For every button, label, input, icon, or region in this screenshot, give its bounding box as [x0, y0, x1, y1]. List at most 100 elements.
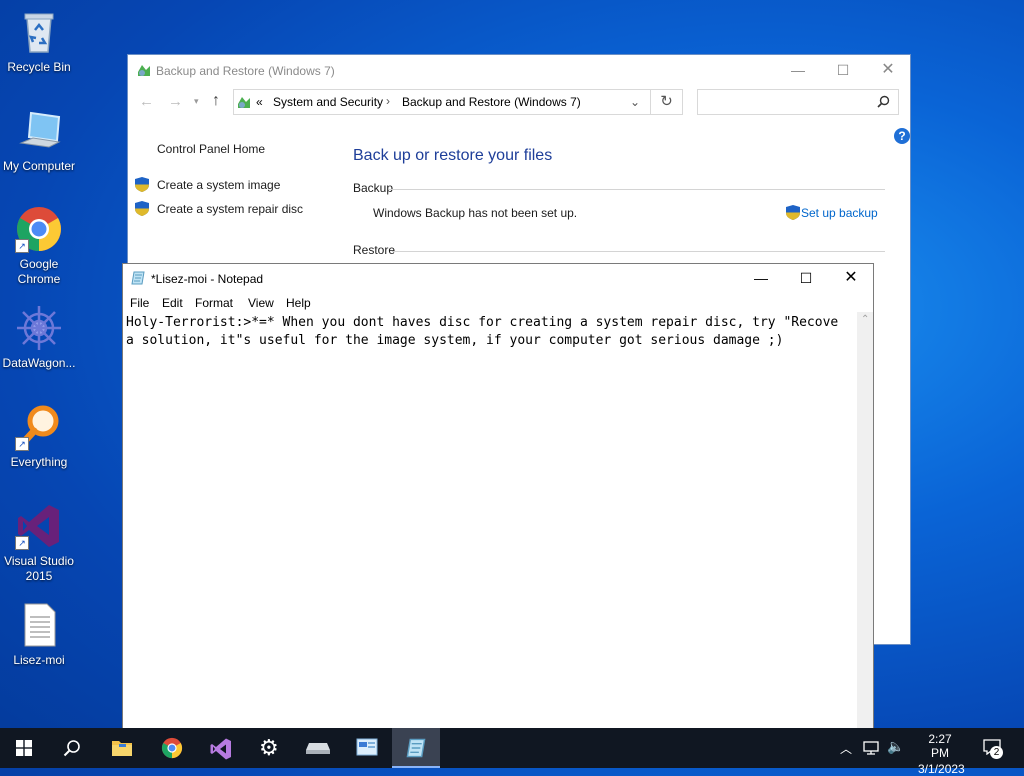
- shortcut-arrow-icon: ↗: [15, 239, 29, 253]
- chrome-icon: ↗: [15, 205, 63, 253]
- action-center-button[interactable]: 2: [983, 739, 1003, 759]
- refresh-button[interactable]: ↻: [651, 89, 683, 115]
- notepad-icon: [131, 271, 145, 288]
- folder-icon: [112, 741, 132, 756]
- recent-locations-icon[interactable]: ▾: [194, 96, 199, 107]
- forward-arrow-icon[interactable]: →: [168, 93, 183, 110]
- control-panel-small-icon: [236, 94, 252, 113]
- taskbar-notepad[interactable]: [392, 728, 440, 768]
- scroll-up-icon[interactable]: ⌃: [861, 314, 869, 325]
- breadcrumb-separator-icon: ›: [386, 94, 390, 108]
- window-title: *Lisez-moi - Notepad: [151, 272, 264, 286]
- menu-view[interactable]: View: [248, 296, 274, 310]
- uac-shield-icon: [135, 177, 149, 192]
- taskbar: ⚙ ︿ 🔈 2:27 PM 3/1/2023 2: [0, 728, 1024, 776]
- backup-status-text: Windows Backup has not been set up.: [373, 206, 578, 220]
- taskbar-control-panel[interactable]: [343, 728, 391, 768]
- visual-studio-icon: [210, 738, 231, 760]
- desktop-icon-everything[interactable]: ↗ Everything: [0, 403, 78, 470]
- recycle-bin-icon: [15, 8, 63, 56]
- create-system-repair-disc-link[interactable]: Create a system repair disc: [157, 202, 303, 216]
- show-hidden-icons-button[interactable]: ︿: [840, 740, 852, 757]
- datawagon-icon: [15, 304, 63, 352]
- minimize-button[interactable]: —: [738, 264, 784, 292]
- window-title: Backup and Restore (Windows 7): [156, 64, 335, 78]
- taskbar-visual-studio[interactable]: [197, 728, 245, 768]
- shortcut-arrow-icon: ↗: [15, 536, 29, 550]
- notepad-icon: [406, 738, 426, 758]
- desktop-icon-label: Lisez-moi: [13, 653, 65, 667]
- text-editor-area[interactable]: Holy-Terrorist:>*=* When you dont haves …: [123, 312, 859, 728]
- notification-badge: 2: [990, 746, 1003, 759]
- desktop-icon-lisez-moi[interactable]: Lisez-moi: [0, 601, 78, 668]
- breadcrumb-system-and-security[interactable]: System and Security: [273, 95, 383, 109]
- back-arrow-icon[interactable]: ←: [139, 93, 154, 110]
- desktop-icon-label: DataWagon...: [2, 356, 76, 370]
- computer-icon: [15, 107, 63, 155]
- uac-shield-icon: [786, 205, 800, 220]
- refresh-icon: ↻: [660, 93, 673, 110]
- control-panel-icon: [356, 738, 378, 756]
- close-button[interactable]: ✕: [865, 55, 911, 85]
- maximize-button[interactable]: ☐: [783, 264, 829, 292]
- windows-logo-icon: [16, 740, 32, 756]
- address-bar[interactable]: « System and Security › Backup and Resto…: [233, 89, 651, 115]
- desktop-icon-label: Recycle Bin: [7, 60, 71, 74]
- shortcut-arrow-icon: ↗: [15, 437, 29, 451]
- search-icon: [63, 740, 80, 757]
- maximize-button[interactable]: ☐: [820, 55, 866, 85]
- restore-divider: [392, 251, 885, 252]
- vertical-scrollbar[interactable]: ⌃: [857, 312, 873, 728]
- clock[interactable]: 2:27 PM 3/1/2023: [918, 732, 965, 776]
- help-icon[interactable]: ?: [894, 128, 910, 144]
- up-arrow-icon[interactable]: ↑: [212, 92, 220, 110]
- clock-date: 3/1/2023: [918, 762, 965, 776]
- desktop-icon-visual-studio[interactable]: ↗ Visual Studio 2015: [0, 502, 78, 584]
- menu-file[interactable]: File: [130, 296, 149, 310]
- desktop-icon-datawagon[interactable]: DataWagon...: [0, 304, 78, 371]
- desktop-icon-google-chrome[interactable]: ↗ Google Chrome: [0, 205, 78, 287]
- control-panel-home-link[interactable]: Control Panel Home: [157, 142, 265, 156]
- create-system-image-link[interactable]: Create a system image: [157, 178, 280, 192]
- notepad-titlebar[interactable]: *Lisez-moi - Notepad — ☐ ✕: [123, 264, 873, 292]
- visual-studio-icon: ↗: [15, 502, 63, 550]
- taskbar-chrome[interactable]: [148, 728, 196, 768]
- notepad-menubar: File Edit Format View Help: [123, 292, 873, 312]
- taskbar-drive[interactable]: [294, 728, 342, 768]
- desktop-icon-label: My Computer: [2, 159, 76, 173]
- menu-edit[interactable]: Edit: [162, 296, 183, 310]
- taskbar-file-explorer[interactable]: [98, 728, 146, 768]
- close-button[interactable]: ✕: [828, 264, 874, 292]
- set-up-backup-link[interactable]: Set up backup: [801, 206, 878, 220]
- desktop-icon-recycle-bin[interactable]: Recycle Bin: [0, 8, 78, 75]
- minimize-button[interactable]: —: [775, 55, 821, 85]
- gear-icon: ⚙: [259, 735, 279, 760]
- control-panel-titlebar[interactable]: Backup and Restore (Windows 7) — ☐ ✕: [128, 55, 910, 85]
- desktop-icon-my-computer[interactable]: My Computer: [0, 107, 78, 174]
- desktop-icon-label: Google Chrome: [17, 257, 61, 286]
- volume-icon[interactable]: 🔈: [887, 738, 904, 755]
- address-dropdown-icon[interactable]: ⌄: [630, 95, 640, 109]
- drive-icon: [306, 743, 330, 754]
- control-panel-navbar: ← → ▾ ↑ « System and Security › Backup a…: [128, 85, 910, 121]
- restore-section-label: Restore: [353, 243, 396, 257]
- menu-help[interactable]: Help: [286, 296, 311, 310]
- search-button[interactable]: [48, 728, 96, 768]
- menu-format[interactable]: Format: [195, 296, 233, 310]
- network-icon[interactable]: [863, 741, 881, 755]
- notepad-window[interactable]: *Lisez-moi - Notepad — ☐ ✕ File Edit For…: [122, 263, 874, 729]
- search-icon: [877, 95, 890, 111]
- chrome-icon: [161, 737, 183, 759]
- magnifier-icon: ↗: [15, 403, 63, 451]
- search-control-panel-input[interactable]: [697, 89, 899, 115]
- clock-time: 2:27 PM: [928, 732, 952, 760]
- control-panel-icon: [136, 62, 152, 81]
- start-button[interactable]: [0, 728, 48, 768]
- desktop-icon-label: Everything: [10, 455, 68, 469]
- breadcrumb-backup-and-restore[interactable]: Backup and Restore (Windows 7): [402, 95, 581, 109]
- breadcrumb-overflow[interactable]: «: [256, 95, 263, 109]
- taskbar-settings[interactable]: ⚙: [246, 728, 294, 768]
- uac-shield-icon: [135, 201, 149, 216]
- desktop-icon-label: Visual Studio 2015: [4, 554, 74, 583]
- page-heading: Back up or restore your files: [353, 147, 553, 164]
